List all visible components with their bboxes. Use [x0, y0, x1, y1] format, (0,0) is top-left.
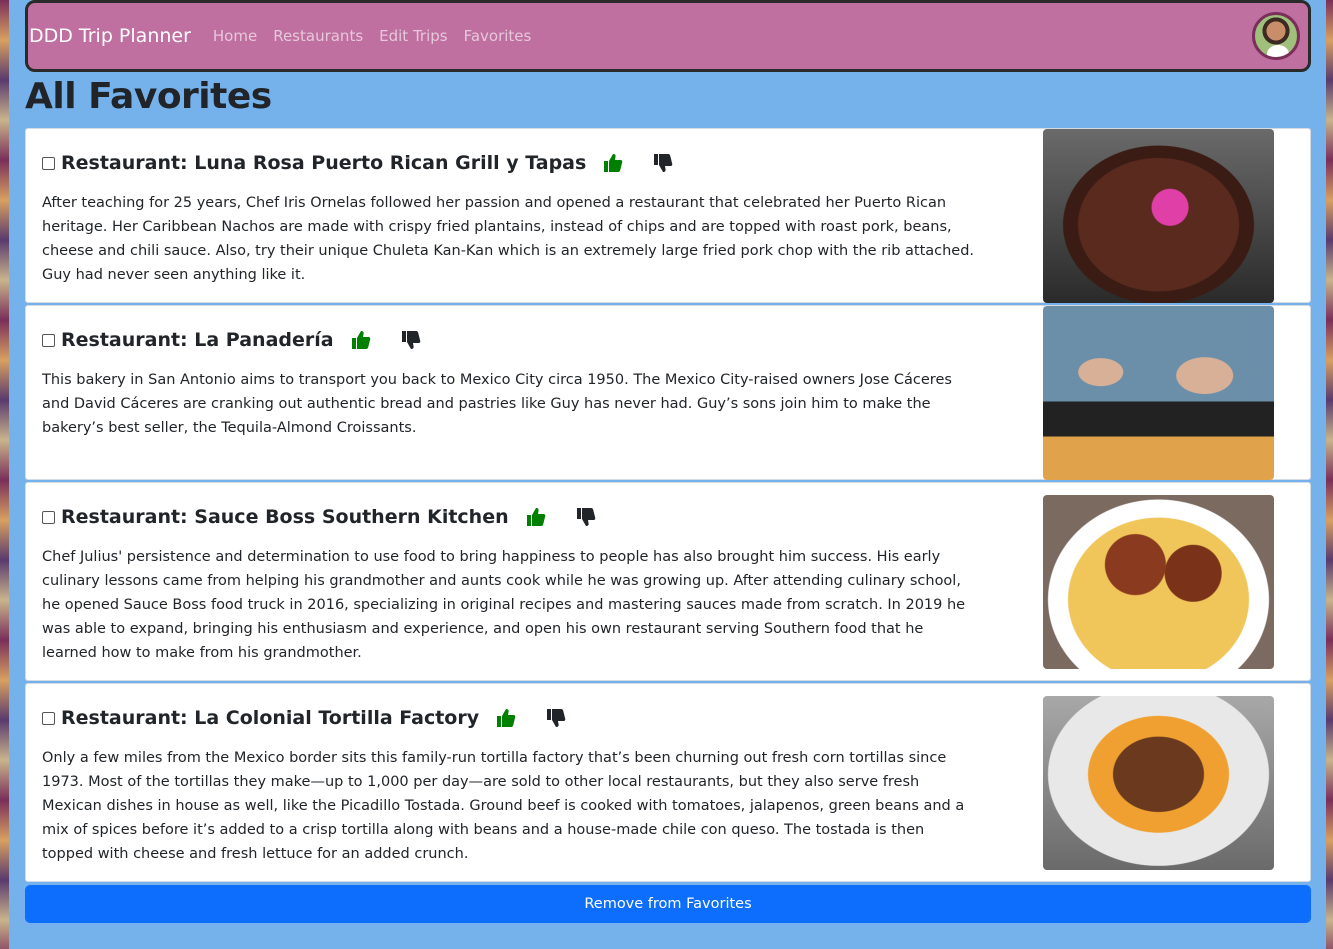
nav-links: Home Restaurants Edit Trips Favorites — [213, 27, 531, 45]
restaurant-description: Chef Julius' persistence and determinati… — [42, 549, 966, 661]
favorite-card: Restaurant: La Panadería This bakery in … — [25, 305, 1311, 480]
restaurant-title: Restaurant: La Panadería — [61, 329, 334, 351]
thumbs-down-icon[interactable] — [400, 329, 422, 351]
restaurant-title: Restaurant: Sauce Boss Southern Kitchen — [61, 506, 509, 528]
favorite-card: Restaurant: Luna Rosa Puerto Rican Grill… — [25, 128, 1311, 303]
remove-from-favorites-button[interactable]: Remove from Favorites — [25, 885, 1311, 923]
nav-favorites-link[interactable]: Favorites — [464, 27, 532, 45]
restaurant-title: Restaurant: La Colonial Tortilla Factory — [61, 707, 480, 729]
restaurant-image — [1043, 129, 1274, 303]
nav-restaurants-link[interactable]: Restaurants — [273, 27, 363, 45]
nav-edit-trips-link[interactable]: Edit Trips — [379, 27, 447, 45]
restaurant-description: Only a few miles from the Mexico border … — [42, 750, 965, 862]
restaurant-description: This bakery in San Antonio aims to trans… — [42, 372, 952, 436]
thumbs-down-icon[interactable] — [545, 707, 567, 729]
thumbs-down-icon[interactable] — [652, 152, 674, 174]
restaurant-image — [1043, 306, 1274, 480]
favorite-card: Restaurant: Sauce Boss Southern Kitchen … — [25, 482, 1311, 681]
user-avatar[interactable] — [1252, 12, 1300, 60]
restaurant-description: After teaching for 25 years, Chef Iris O… — [42, 195, 975, 283]
restaurant-title: Restaurant: Luna Rosa Puerto Rican Grill… — [61, 152, 587, 174]
brand-link[interactable]: DDD Trip Planner — [29, 25, 191, 47]
thumbs-up-icon[interactable] — [495, 707, 517, 729]
select-checkbox[interactable] — [42, 510, 55, 524]
select-checkbox[interactable] — [42, 156, 55, 170]
page-title: All Favorites — [25, 76, 272, 117]
thumbs-down-icon[interactable] — [575, 506, 597, 528]
thumbs-up-icon[interactable] — [602, 152, 624, 174]
select-checkbox[interactable] — [42, 333, 55, 347]
thumbs-up-icon[interactable] — [525, 506, 547, 528]
favorites-list: Restaurant: Luna Rosa Puerto Rican Grill… — [25, 128, 1311, 884]
favorite-card: Restaurant: La Colonial Tortilla Factory… — [25, 683, 1311, 882]
restaurant-image — [1043, 495, 1274, 669]
nav-home-link[interactable]: Home — [213, 27, 257, 45]
thumbs-up-icon[interactable] — [350, 329, 372, 351]
navbar: DDD Trip Planner Home Restaurants Edit T… — [25, 0, 1311, 72]
right-decorative-strip — [1326, 0, 1333, 949]
restaurant-image — [1043, 696, 1274, 870]
left-decorative-strip — [0, 0, 9, 949]
select-checkbox[interactable] — [42, 711, 55, 725]
